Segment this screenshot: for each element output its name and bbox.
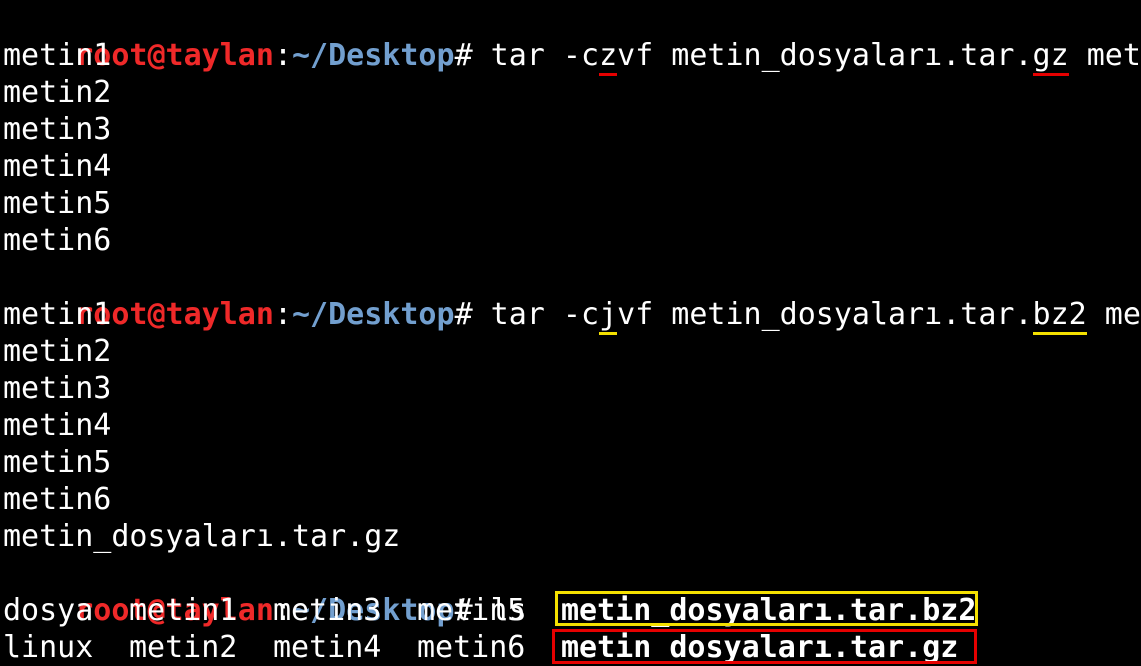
prompt-path: ~/Desktop — [292, 297, 455, 332]
command-text: tar -c — [472, 297, 600, 332]
ls-entry-metin3: metin3 — [273, 593, 382, 628]
output-line: metin6 — [3, 223, 112, 258]
command-text: tar -c — [472, 38, 600, 73]
prompt-symbol: # — [454, 297, 473, 332]
output-line: metin1 — [3, 38, 112, 73]
output-line: metin4 — [3, 408, 112, 443]
command-line-bz2: root@taylan:~/Desktop# tar -cjvf metin_d… — [3, 259, 1141, 335]
ls-entry-dosya: dosya — [3, 593, 94, 628]
terminal-window[interactable]: root@taylan:~/Desktop# tar -czvf metin_d… — [0, 0, 1141, 666]
command-text: metin* — [1086, 38, 1141, 73]
output-line: metin3 — [3, 112, 112, 147]
prompt-path: ~/Desktop — [292, 38, 455, 73]
prompt-colon: : — [273, 297, 292, 332]
compression-flag-gzip: z — [599, 38, 618, 76]
command-text: vf metin_dosyaları.tar. — [617, 38, 1033, 73]
output-line: metin_dosyaları.tar.gz — [3, 519, 401, 554]
output-line: metin2 — [3, 75, 112, 110]
ls-entry-metin4: metin4 — [273, 630, 382, 665]
prompt-colon: : — [273, 38, 292, 73]
ls-entry-metin6: metin6 — [417, 630, 526, 665]
command-line-ls: root@taylan:~/Desktop# ls — [3, 555, 527, 628]
ls-entry-metin1: metin1 — [129, 593, 238, 628]
ls-entry-linux: linux — [3, 630, 94, 665]
command-text: metin* — [1104, 297, 1141, 332]
ls-entry-metin5: metin5 — [417, 593, 526, 628]
command-line-gz: root@taylan:~/Desktop# tar -czvf metin_d… — [3, 0, 1141, 76]
output-line: metin6 — [3, 482, 112, 517]
command-text: vf metin_dosyaları.tar. — [617, 297, 1033, 332]
compression-flag-bzip2: j — [599, 297, 618, 335]
output-line: metin4 — [3, 149, 112, 184]
prompt-symbol: # — [454, 38, 473, 73]
output-line: metin2 — [3, 334, 112, 369]
ls-entry-metin2: metin2 — [129, 630, 238, 665]
archive-extension-gz: gz — [1032, 38, 1069, 76]
archive-extension-bz2: bz2 — [1032, 297, 1087, 335]
output-line: metin5 — [3, 186, 112, 221]
output-line: metin1 — [3, 297, 112, 332]
highlight-box-bz2 — [555, 591, 978, 626]
output-line: metin5 — [3, 445, 112, 480]
output-line: metin3 — [3, 371, 112, 406]
highlight-box-gz — [552, 629, 977, 664]
